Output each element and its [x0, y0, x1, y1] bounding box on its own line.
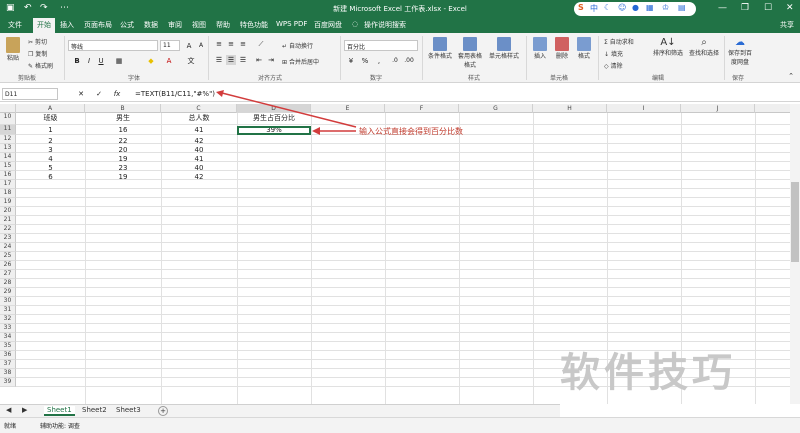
sheet-tab-sheet3[interactable]: Sheet3 — [116, 406, 141, 414]
add-sheet-icon[interactable]: + — [158, 406, 168, 416]
arrowhead-cell — [312, 127, 320, 135]
watermark-text: 软件技巧 — [560, 350, 736, 396]
status-bar: 就绪 辅助功能: 调查 — [0, 417, 800, 433]
scroll-thumb[interactable] — [791, 182, 799, 262]
arrowhead-formula — [216, 90, 224, 97]
sheet-tab-sheet2[interactable]: Sheet2 — [82, 406, 107, 414]
annotation-text: 输入公式直接会得到百分比数 — [359, 127, 463, 136]
accessibility-status[interactable]: 辅助功能: 调查 — [40, 421, 80, 430]
arrow-to-formula — [221, 92, 357, 128]
sheet-tab-bar: ◀ ▶ Sheet1 Sheet2 Sheet3 + — [0, 404, 560, 417]
sheet-tab-sheet1[interactable]: Sheet1 — [44, 406, 75, 416]
prev-sheet-icon[interactable]: ◀ — [6, 406, 11, 414]
status-ready: 就绪 — [4, 423, 17, 430]
next-sheet-icon[interactable]: ▶ — [22, 406, 27, 414]
